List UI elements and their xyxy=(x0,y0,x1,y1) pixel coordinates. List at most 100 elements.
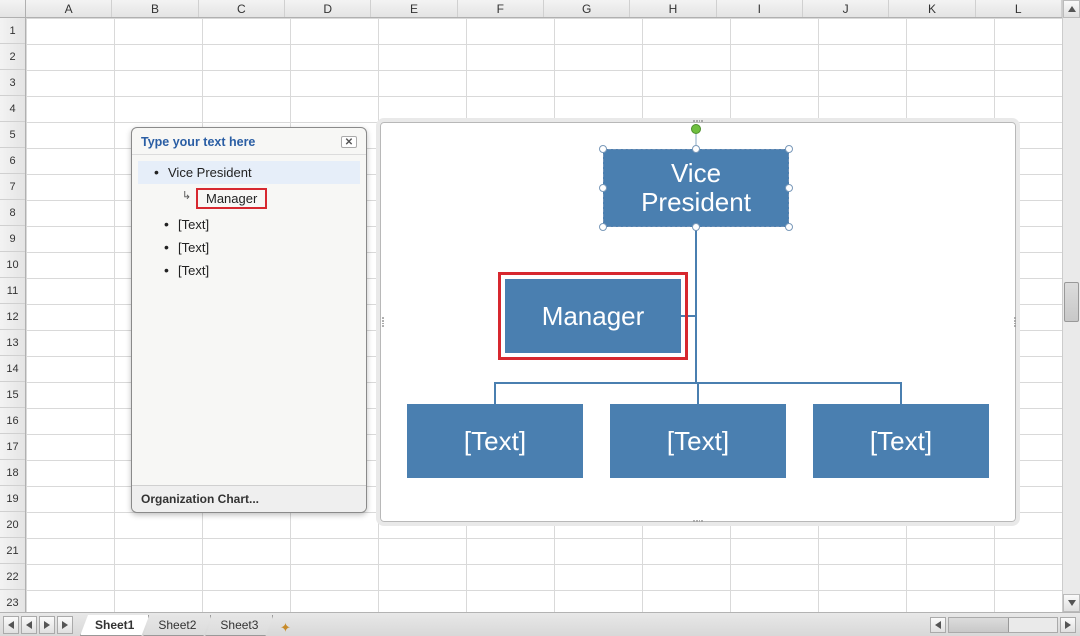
chevron-left-icon xyxy=(26,621,32,629)
row-header[interactable]: 14 xyxy=(0,356,25,382)
text-pane-item[interactable]: [Text] xyxy=(138,259,360,282)
resize-handle-icon[interactable] xyxy=(599,184,607,192)
new-sheet-button[interactable]: ✦ xyxy=(273,620,297,636)
row-header[interactable]: 17 xyxy=(0,434,25,460)
column-header[interactable]: D xyxy=(285,0,371,17)
tab-prev-button[interactable] xyxy=(21,616,37,634)
text-pane-body[interactable]: Vice PresidentManager[Text][Text][Text] xyxy=(132,155,366,485)
resize-handle-icon[interactable] xyxy=(692,223,700,231)
text-pane-item[interactable]: Manager xyxy=(138,184,360,213)
org-box-leaf[interactable]: [Text] xyxy=(813,404,989,478)
column-header[interactable]: A xyxy=(26,0,112,17)
resize-handle-icon[interactable] xyxy=(599,223,607,231)
smartart-text-pane[interactable]: Type your text here ✕ Vice President Mana… xyxy=(131,127,367,513)
scroll-down-button[interactable] xyxy=(1063,594,1080,612)
row-header[interactable]: 15 xyxy=(0,382,25,408)
row-header[interactable]: 23 xyxy=(0,590,25,612)
scroll-track[interactable] xyxy=(948,617,1058,633)
tab-sheet2[interactable]: Sheet2 xyxy=(143,615,211,636)
canvas-handle-icon[interactable] xyxy=(693,520,703,524)
column-header[interactable]: K xyxy=(889,0,975,17)
text-pane-footer[interactable]: Organization Chart... xyxy=(132,485,366,512)
text-pane-item[interactable]: [Text] xyxy=(138,213,360,236)
resize-handle-icon[interactable] xyxy=(692,145,700,153)
scroll-track[interactable] xyxy=(1063,18,1080,594)
column-header[interactable]: E xyxy=(371,0,457,17)
column-header[interactable]: F xyxy=(458,0,544,17)
scroll-thumb[interactable] xyxy=(1064,282,1079,322)
text-pane-title: Type your text here xyxy=(141,135,255,149)
column-header[interactable]: J xyxy=(803,0,889,17)
tab-label: Sheet1 xyxy=(95,618,134,632)
rotation-handle-icon[interactable] xyxy=(691,124,701,134)
scroll-thumb[interactable] xyxy=(949,618,1009,632)
tab-next-button[interactable] xyxy=(39,616,55,634)
column-header[interactable]: G xyxy=(544,0,630,17)
column-header[interactable]: L xyxy=(976,0,1062,17)
tab-first-button[interactable] xyxy=(3,616,19,634)
resize-handle-icon[interactable] xyxy=(785,145,793,153)
row-header[interactable]: 21 xyxy=(0,538,25,564)
row-header[interactable]: 19 xyxy=(0,486,25,512)
resize-handle-icon[interactable] xyxy=(785,223,793,231)
tab-label: Sheet2 xyxy=(158,618,196,632)
row-header[interactable]: 22 xyxy=(0,564,25,590)
org-box-vice-president[interactable]: Vice President xyxy=(603,149,789,227)
scroll-up-button[interactable] xyxy=(1063,0,1080,18)
canvas-handle-icon[interactable] xyxy=(380,317,384,327)
vertical-scrollbar[interactable] xyxy=(1062,0,1080,612)
row-header[interactable]: 11 xyxy=(0,278,25,304)
scroll-right-button[interactable] xyxy=(1060,617,1076,633)
row-header[interactable]: 8 xyxy=(0,200,25,226)
resize-handle-icon[interactable] xyxy=(599,145,607,153)
connector-line xyxy=(494,382,496,406)
tab-last-button[interactable] xyxy=(57,616,73,634)
org-box-leaf[interactable]: [Text] xyxy=(610,404,786,478)
resize-handle-icon[interactable] xyxy=(785,184,793,192)
canvas-handle-icon[interactable] xyxy=(1012,317,1016,327)
row-header[interactable]: 7 xyxy=(0,174,25,200)
connector-line xyxy=(697,382,699,406)
text-pane-item-label: Vice President xyxy=(168,165,252,180)
org-box-manager[interactable]: Manager xyxy=(505,279,681,353)
row-header[interactable]: 9 xyxy=(0,226,25,252)
column-header[interactable]: I xyxy=(717,0,803,17)
horizontal-scrollbar[interactable] xyxy=(297,613,1080,636)
row-header[interactable]: 2 xyxy=(0,44,25,70)
org-box-leaf[interactable]: [Text] xyxy=(407,404,583,478)
select-all-corner[interactable] xyxy=(0,0,26,18)
scroll-left-button[interactable] xyxy=(930,617,946,633)
new-sheet-icon: ✦ xyxy=(280,620,291,636)
org-box-label: Vice President xyxy=(641,159,751,216)
text-pane-item[interactable]: Vice President xyxy=(138,161,360,184)
chevron-right-icon xyxy=(1065,621,1071,629)
row-header[interactable]: 12 xyxy=(0,304,25,330)
worksheet-grid[interactable]: ABCDEFGHIJKL 123456789101112131415161718… xyxy=(0,0,1080,612)
row-header[interactable]: 6 xyxy=(0,148,25,174)
column-header[interactable]: C xyxy=(199,0,285,17)
text-pane-item[interactable]: [Text] xyxy=(138,236,360,259)
chevron-down-icon xyxy=(1068,600,1076,606)
tab-sheet1[interactable]: Sheet1 xyxy=(80,615,149,636)
row-header[interactable]: 1 xyxy=(0,18,25,44)
row-header[interactable]: 4 xyxy=(0,96,25,122)
row-header[interactable]: 10 xyxy=(0,252,25,278)
row-header[interactable]: 3 xyxy=(0,70,25,96)
column-header[interactable]: H xyxy=(630,0,716,17)
text-pane-header: Type your text here ✕ xyxy=(132,128,366,155)
row-header[interactable]: 20 xyxy=(0,512,25,538)
text-pane-item-label: [Text] xyxy=(178,240,209,255)
smartart-canvas[interactable]: Vice President Manager [Text] [Text] [Te… xyxy=(380,122,1016,522)
sheet-tab-bar: Sheet1 Sheet2 Sheet3 ✦ xyxy=(0,612,1080,636)
row-headers[interactable]: 1234567891011121314151617181920212223 xyxy=(0,18,26,612)
column-headers[interactable]: ABCDEFGHIJKL xyxy=(26,0,1062,18)
row-header[interactable]: 18 xyxy=(0,460,25,486)
row-header[interactable]: 13 xyxy=(0,330,25,356)
tab-sheet3[interactable]: Sheet3 xyxy=(205,615,273,636)
close-icon[interactable]: ✕ xyxy=(341,136,357,148)
row-header[interactable]: 5 xyxy=(0,122,25,148)
text-pane-item-label: [Text] xyxy=(178,263,209,278)
column-header[interactable]: B xyxy=(112,0,198,17)
connector-line xyxy=(900,382,902,406)
row-header[interactable]: 16 xyxy=(0,408,25,434)
